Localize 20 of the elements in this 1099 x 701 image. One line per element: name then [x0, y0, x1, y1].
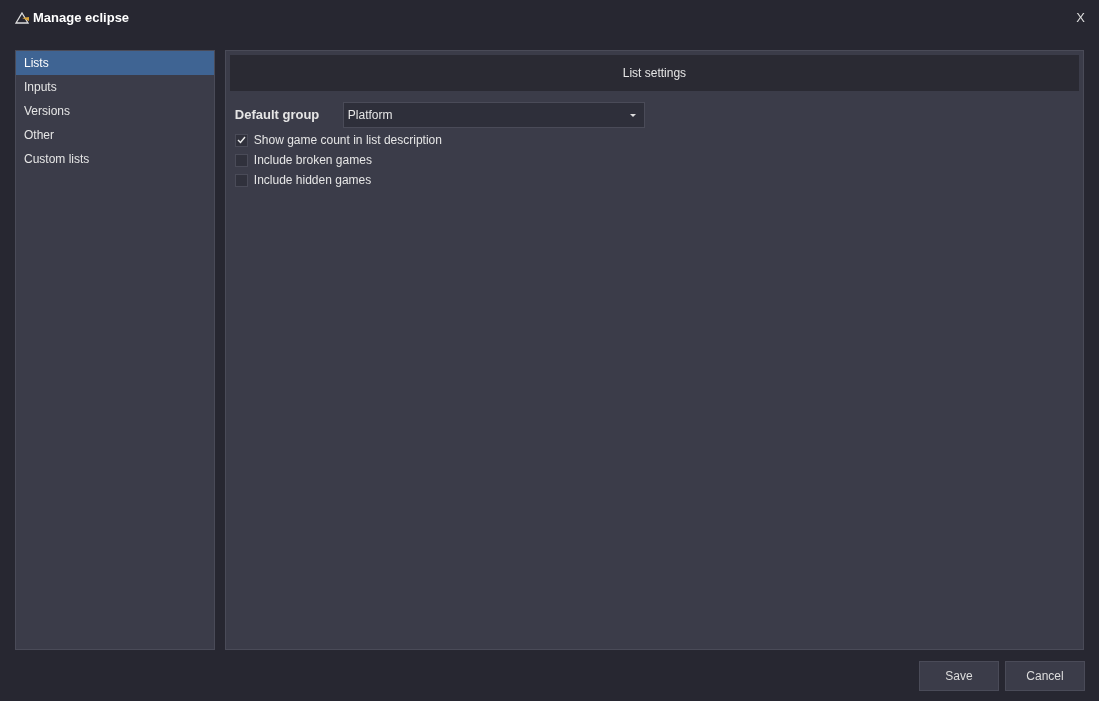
dialog-button[interactable]: Save: [919, 661, 999, 691]
window-title: Manage eclipse: [33, 9, 130, 28]
close-button[interactable]: X: [1076, 8, 1085, 28]
field-label: Default group: [234, 106, 321, 125]
dialog-button[interactable]: Cancel: [1005, 661, 1085, 691]
checkbox[interactable]: [234, 173, 248, 187]
prism-logo-icon: [15, 12, 29, 24]
checkbox-label: Show game count in list description: [253, 132, 442, 149]
sidebar-item[interactable]: Versions: [16, 99, 214, 123]
panel-header: List settings: [229, 55, 1079, 91]
checkbox[interactable]: [234, 133, 248, 147]
checkbox-label: Include broken games: [253, 152, 372, 169]
sidebar-item[interactable]: Custom lists: [16, 147, 214, 171]
sidebar-item[interactable]: Inputs: [16, 75, 214, 99]
sidebar-item[interactable]: Lists: [16, 51, 214, 75]
sidebar-item[interactable]: Other: [16, 123, 214, 147]
caret-icon: [629, 113, 636, 117]
checkbox[interactable]: [234, 153, 248, 167]
group-dropdown[interactable]: Platform: [342, 102, 645, 128]
checkbox-label: Include hidden games: [253, 172, 372, 189]
